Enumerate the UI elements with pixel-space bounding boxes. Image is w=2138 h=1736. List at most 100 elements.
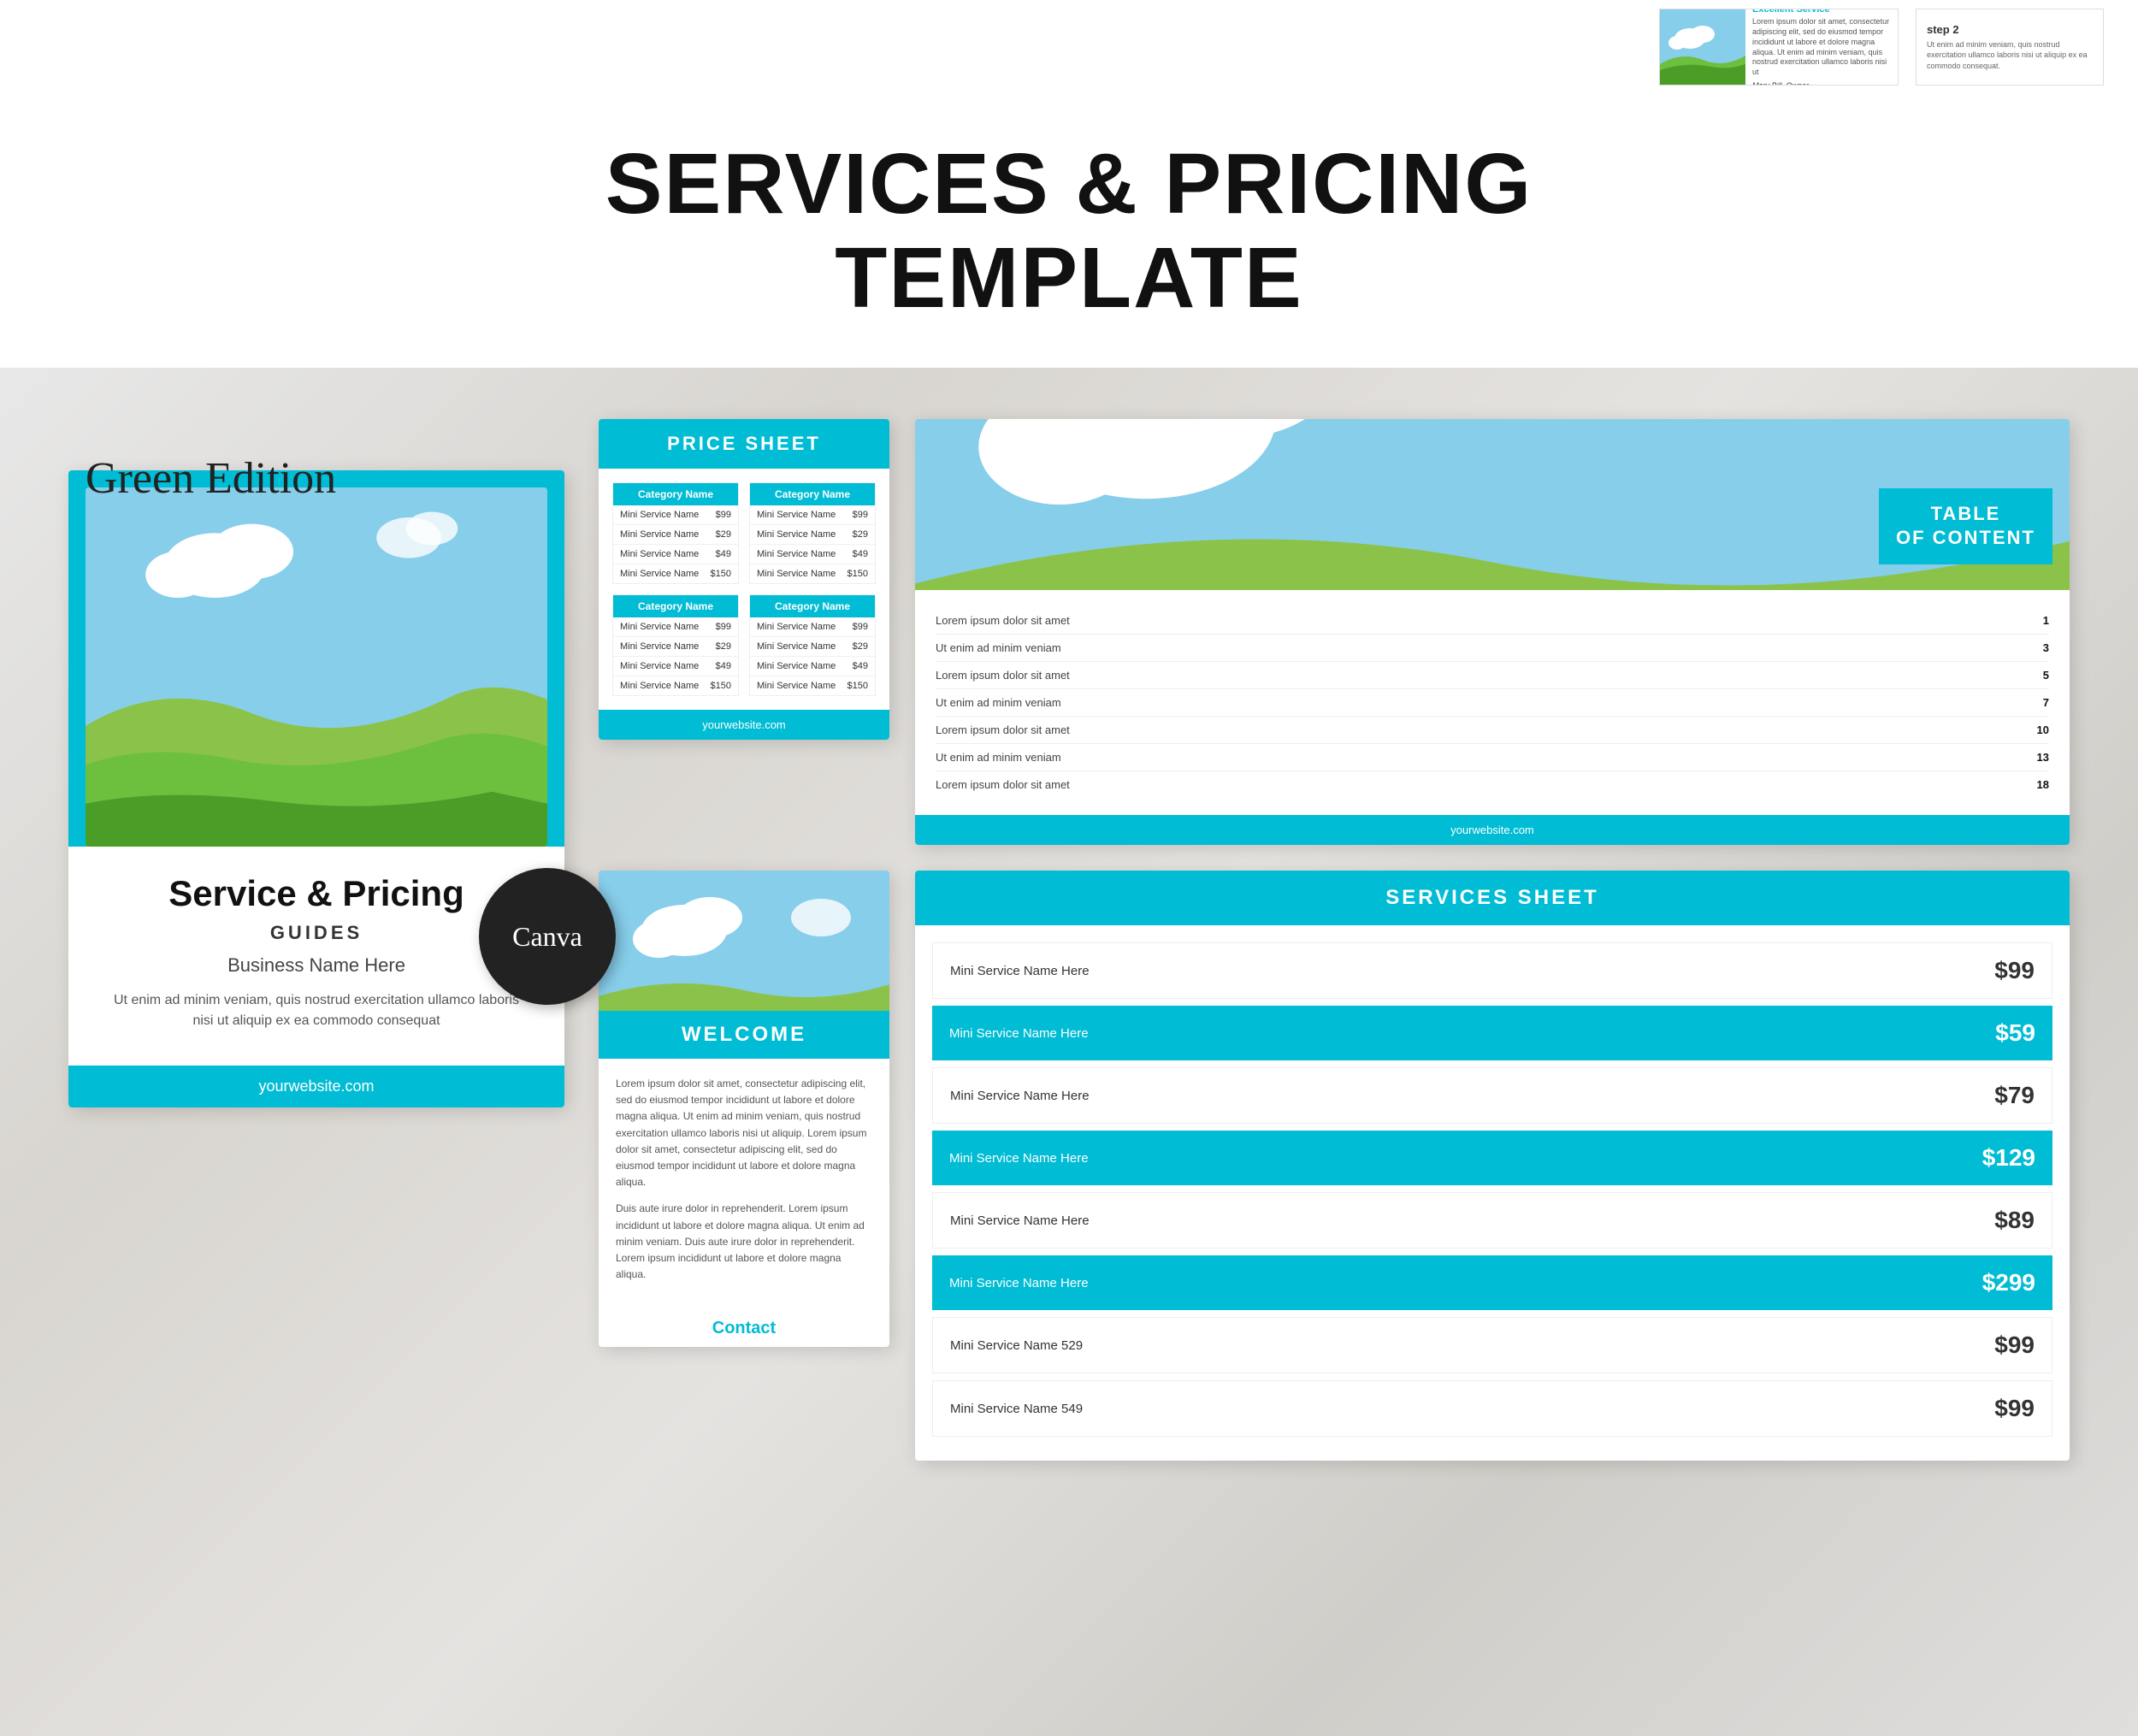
service-price: $49 xyxy=(853,661,868,671)
service-name: Mini Service Name xyxy=(757,510,836,520)
service-name: Mini Service Name xyxy=(757,549,836,559)
service-name: Mini Service Name xyxy=(620,681,699,691)
toc-body: Lorem ipsum dolor sit amet 1 Ut enim ad mi… xyxy=(915,590,2070,815)
price-cat-row: Mini Service Name$49 xyxy=(750,545,875,564)
service-name: Mini Service Name xyxy=(620,569,699,579)
toc-row: Lorem ipsum dolor sit amet5 xyxy=(936,662,2049,689)
toc-item-label: Lorem ipsum dolor sit amet xyxy=(936,723,1070,736)
top-banner: Excellent Service Lorem ipsum dolor sit … xyxy=(0,0,2138,86)
service-row: Mini Service Name 529$99 xyxy=(932,1317,2052,1373)
service-item-name: Mini Service Name 549 xyxy=(950,1402,1083,1416)
service-item-name: Mini Service Name Here xyxy=(950,964,1090,978)
owner-name: Mary Bill, Owner xyxy=(1752,81,1891,86)
excellent-label: Excellent Service xyxy=(1752,9,1891,15)
price-cat-row: Mini Service Name$150 xyxy=(613,676,738,695)
toc-item-page: 3 xyxy=(2043,641,2049,654)
price-sheet-body: Category NameMini Service Name$99Mini Se… xyxy=(599,469,889,710)
green-edition-label: Green Edition xyxy=(86,453,336,504)
toc-item-page: 13 xyxy=(2037,751,2049,764)
service-name: Mini Service Name xyxy=(620,529,699,540)
card-text-content: Excellent Service Lorem ipsum dolor sit … xyxy=(1745,9,1898,86)
cover-footer: yourwebsite.com xyxy=(68,1066,564,1107)
main-title-line2: TEMPLATE xyxy=(17,231,2121,325)
right-panels: PRICE SHEET Category NameMini Service Na… xyxy=(599,419,2070,1461)
toc-row: Ut enim ad minim veniam3 xyxy=(936,635,2049,662)
services-panel: SERVICES SHEET Mini Service Name Here$99… xyxy=(915,871,2070,1461)
service-row: Mini Service Name Here $79 xyxy=(932,1067,2052,1124)
canva-badge: Canva xyxy=(479,868,616,1005)
service-name: Mini Service Name xyxy=(757,681,836,691)
toc-panel: TABLEOF CONTENT Lorem ipsum dolor sit am… xyxy=(915,419,2070,845)
service-name: Mini Service Name xyxy=(757,622,836,632)
welcome-text2: Duis aute irure dolor in reprehenderit. … xyxy=(616,1201,872,1283)
service-item-name: Mini Service Name Here xyxy=(949,1026,1089,1041)
service-item-name: Mini Service Name Here xyxy=(950,1213,1090,1228)
service-price: $150 xyxy=(848,569,868,579)
price-cat-row: Mini Service Name $150 xyxy=(613,564,738,583)
service-item-price: $129 xyxy=(1982,1144,2035,1172)
toc-image-area: TABLEOF CONTENT xyxy=(915,419,2070,590)
toc-item-page: 18 xyxy=(2037,778,2049,791)
toc-row: Lorem ipsum dolor sit amet 18 xyxy=(936,771,2049,798)
toc-item-page: 7 xyxy=(2043,696,2049,709)
price-sheet-panel: PRICE SHEET Category NameMini Service Na… xyxy=(599,419,889,740)
service-name: Mini Service Name xyxy=(757,661,836,671)
price-cat-header: Category Name xyxy=(750,483,875,505)
cover-title: Service & Pricing xyxy=(103,872,530,915)
bottom-row: WELCOME Lorem ipsum dolor sit amet, cons… xyxy=(599,871,2070,1461)
welcome-header-text: WELCOME xyxy=(682,1023,806,1046)
service-price: $99 xyxy=(853,622,868,632)
toc-footer: yourwebsite.com xyxy=(915,815,2070,845)
price-cat-row: Mini Service Name$99 xyxy=(613,505,738,525)
cover-wrapper: Green Edition xyxy=(68,470,564,1107)
price-cat-row: Mini Service Name $49 xyxy=(750,657,875,676)
cover-desc: Ut enim ad minim veniam, quis nostrud ex… xyxy=(103,990,530,1031)
toc-header-box: TABLEOF CONTENT xyxy=(1879,488,2052,564)
price-cat-header: Category Name xyxy=(750,595,875,617)
toc-row: Lorem ipsum dolor sit amet 10 xyxy=(936,717,2049,744)
testimonial-card: Excellent Service Lorem ipsum dolor sit … xyxy=(1659,9,1899,86)
price-sheet-footer: yourwebsite.com xyxy=(599,710,889,740)
toc-item-label: Ut enim ad minim veniam xyxy=(936,751,1061,764)
service-row: Mini Service Name Here$59 xyxy=(932,1006,2052,1060)
service-name: Mini Service Name xyxy=(620,641,699,652)
service-item-price: $99 xyxy=(1994,957,2035,984)
service-name: Mini Service Name xyxy=(757,529,836,540)
price-cat-row: Mini Service Name$49 xyxy=(613,545,738,564)
service-item-name: Mini Service Name Here xyxy=(950,1089,1090,1103)
service-item-price: $99 xyxy=(1994,1332,2035,1359)
service-name: Mini Service Name xyxy=(620,661,699,671)
welcome-footer: Contact xyxy=(599,1310,889,1347)
services-body: Mini Service Name Here$99Mini Service Na… xyxy=(915,925,2070,1461)
welcome-text1: Lorem ipsum dolor sit amet, consectetur … xyxy=(616,1076,872,1190)
price-cat-row: Mini Service Name$99 xyxy=(750,505,875,525)
service-price: $49 xyxy=(716,661,731,671)
service-price: $99 xyxy=(716,622,731,632)
testimonial-text: Lorem ipsum dolor sit amet, consectetur … xyxy=(1752,17,1891,77)
price-category: Category NameMini Service Name$99Mini Se… xyxy=(612,594,739,696)
step-label: step 2 xyxy=(1927,23,2093,36)
price-category: Category NameMini Service Name$99 Mini Se… xyxy=(612,482,739,584)
price-cat-row: Mini Service Name$150 xyxy=(750,676,875,695)
price-cat-row: Mini Service Name$29 xyxy=(613,637,738,657)
service-item-name: Mini Service Name Here xyxy=(949,1276,1089,1290)
price-cat-header: Category Name xyxy=(613,483,738,505)
card-image xyxy=(1660,9,1745,86)
toc-item-page: 1 xyxy=(2043,614,2049,627)
service-row: Mini Service Name Here $99 xyxy=(932,942,2052,999)
service-name: Mini Service Name xyxy=(620,549,699,559)
service-item-price: $79 xyxy=(1994,1082,2035,1109)
welcome-image-area: WELCOME xyxy=(599,871,889,1059)
step-text: Ut enim ad minim veniam, quis nostrud ex… xyxy=(1927,39,2093,72)
cover-inner-frame xyxy=(86,487,547,847)
service-price: $29 xyxy=(853,641,868,652)
price-sheet-header: PRICE SHEET xyxy=(599,419,889,469)
price-cat-row: Mini Service Name$29 xyxy=(750,525,875,545)
service-row: Mini Service Name Here$299 xyxy=(932,1255,2052,1310)
toc-item-page: 10 xyxy=(2037,723,2049,736)
service-price: $29 xyxy=(716,529,731,540)
toc-item-label: Lorem ipsum dolor sit amet xyxy=(936,778,1070,791)
service-price: $150 xyxy=(711,569,731,579)
content-area: Green Edition xyxy=(0,368,2138,1736)
toc-item-page: 5 xyxy=(2043,669,2049,682)
